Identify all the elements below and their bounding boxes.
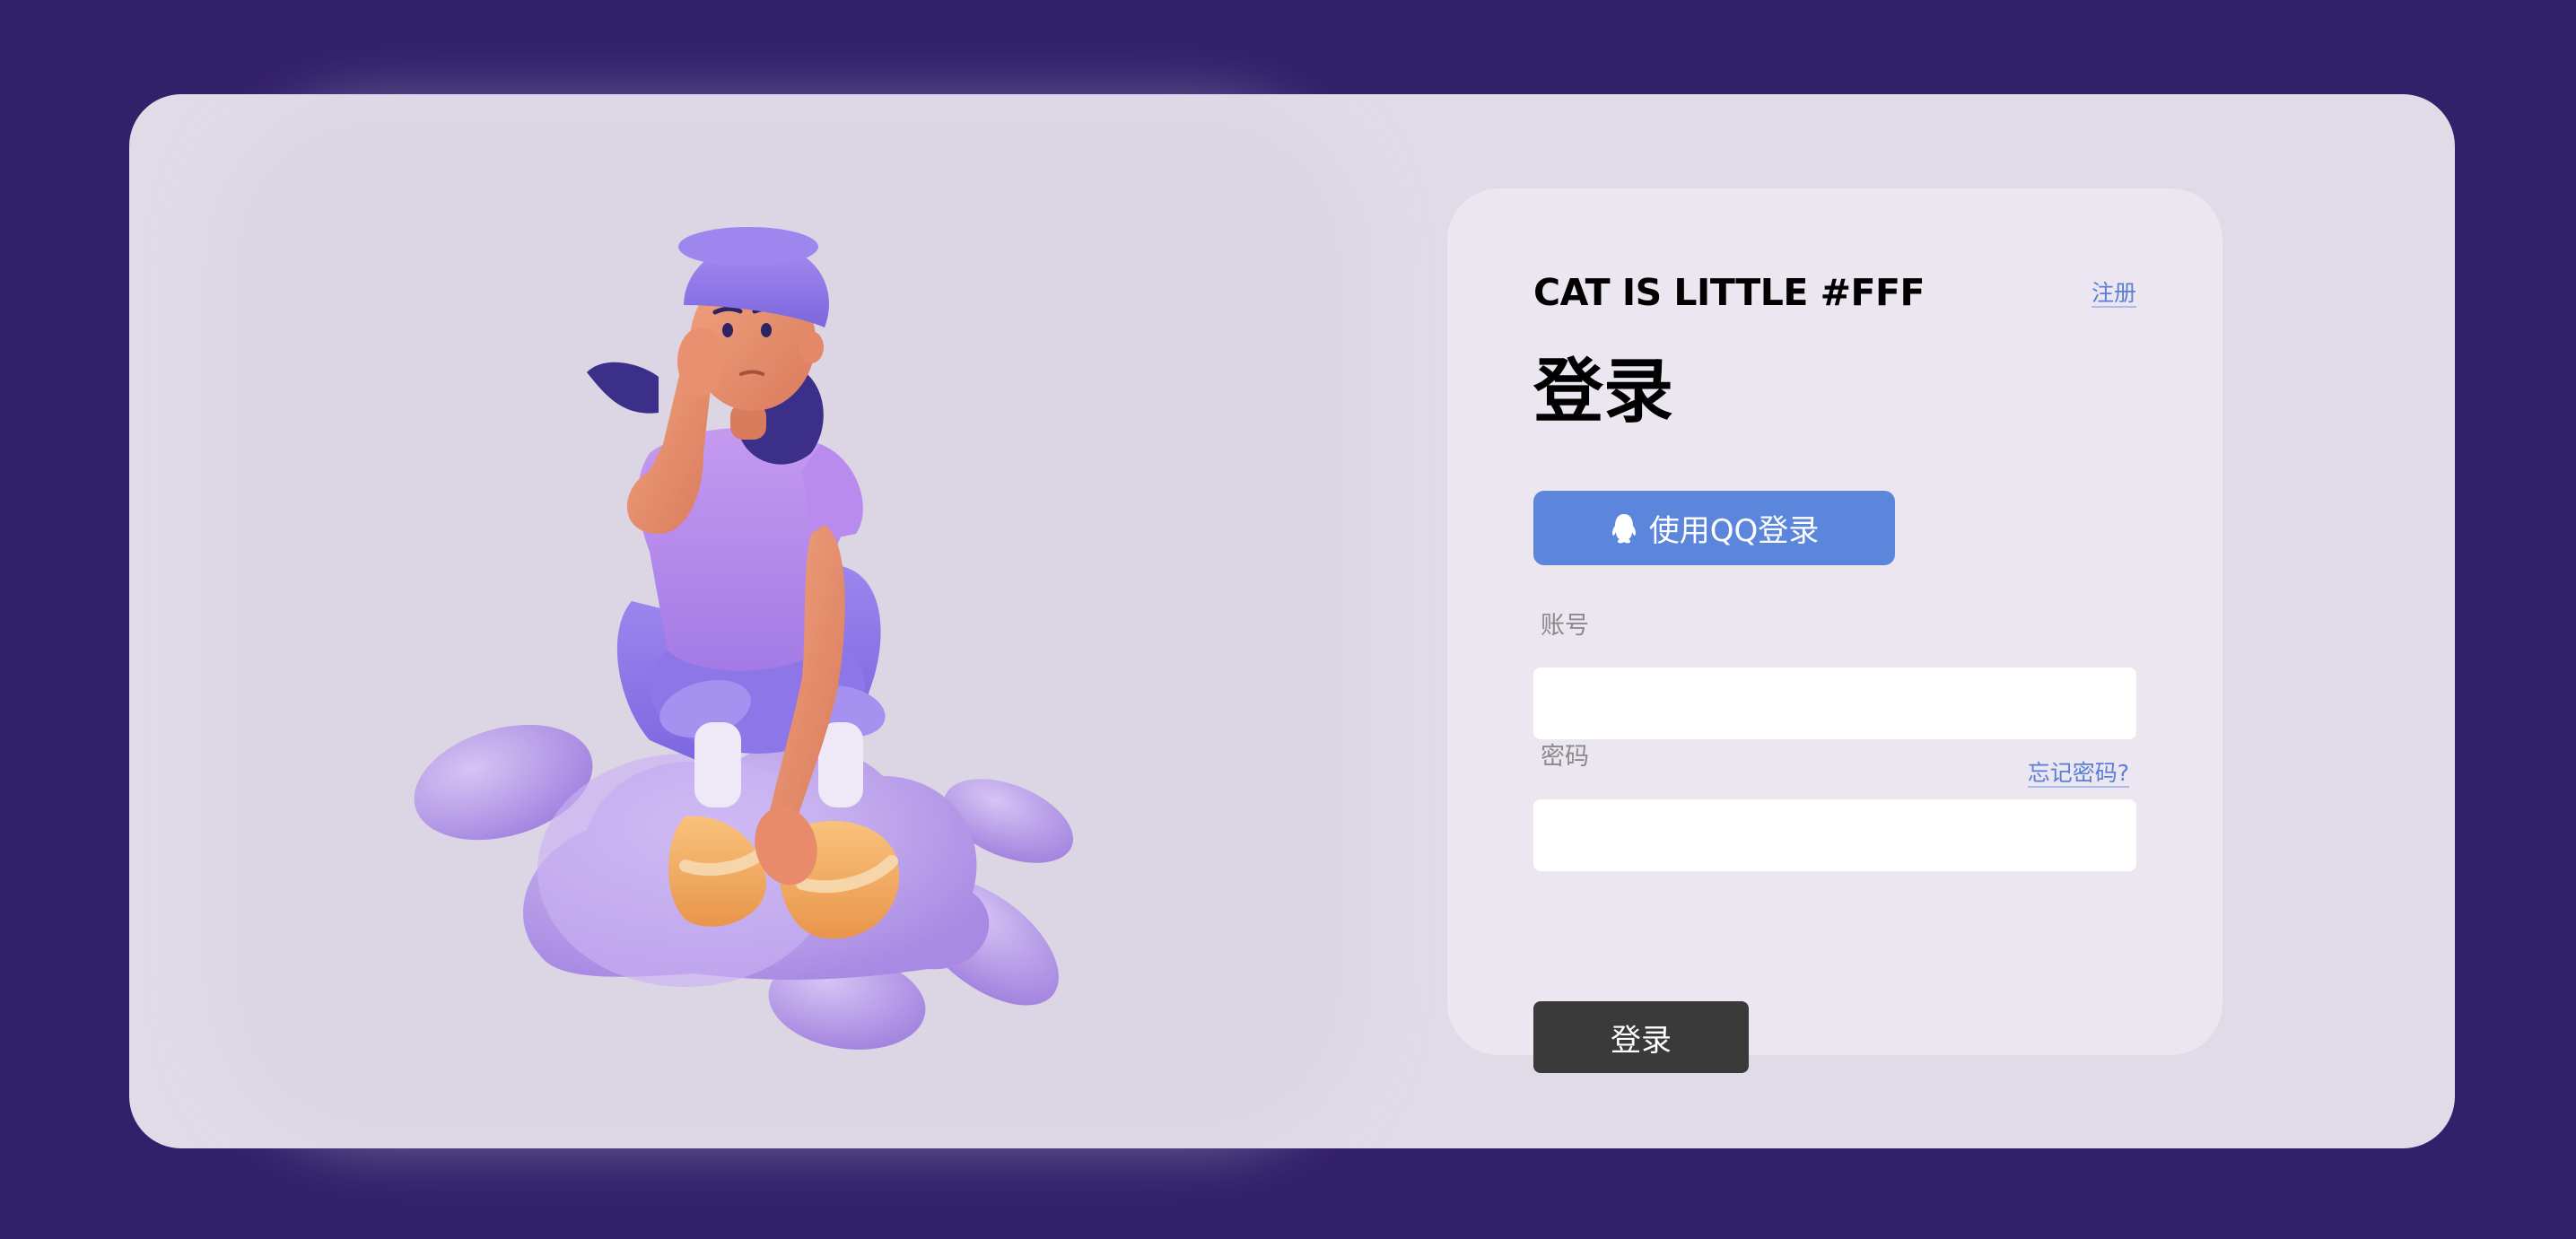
login-submit-button[interactable]: 登录 bbox=[1533, 1001, 1749, 1073]
account-input[interactable] bbox=[1533, 667, 2136, 739]
qq-penguin-icon bbox=[1610, 512, 1638, 545]
brand-title: CAT IS LITTLE #FFF bbox=[1533, 271, 1925, 314]
register-link[interactable]: 注册 bbox=[2091, 282, 2136, 308]
qq-login-label: 使用QQ登录 bbox=[1648, 513, 1820, 549]
illustration-panel bbox=[264, 148, 1314, 1099]
qq-login-button[interactable]: 使用QQ登录 bbox=[1533, 491, 1895, 565]
login-panel: CAT IS LITTLE #FFF 注册 登录 使用QQ登录 账号 密码 忘记… bbox=[1447, 188, 2222, 1073]
page-title: 登录 bbox=[1533, 352, 1674, 432]
account-label: 账号 bbox=[1541, 612, 1589, 640]
girl-sitting-on-cloud-illustration bbox=[414, 227, 1074, 1050]
login-card: CAT IS LITTLE #FFF 注册 登录 使用QQ登录 账号 密码 忘记… bbox=[129, 94, 2455, 1148]
password-input[interactable] bbox=[1533, 799, 2136, 871]
password-label: 密码 bbox=[1541, 743, 1589, 771]
forgot-password-link[interactable]: 忘记密码? bbox=[2027, 762, 2129, 788]
